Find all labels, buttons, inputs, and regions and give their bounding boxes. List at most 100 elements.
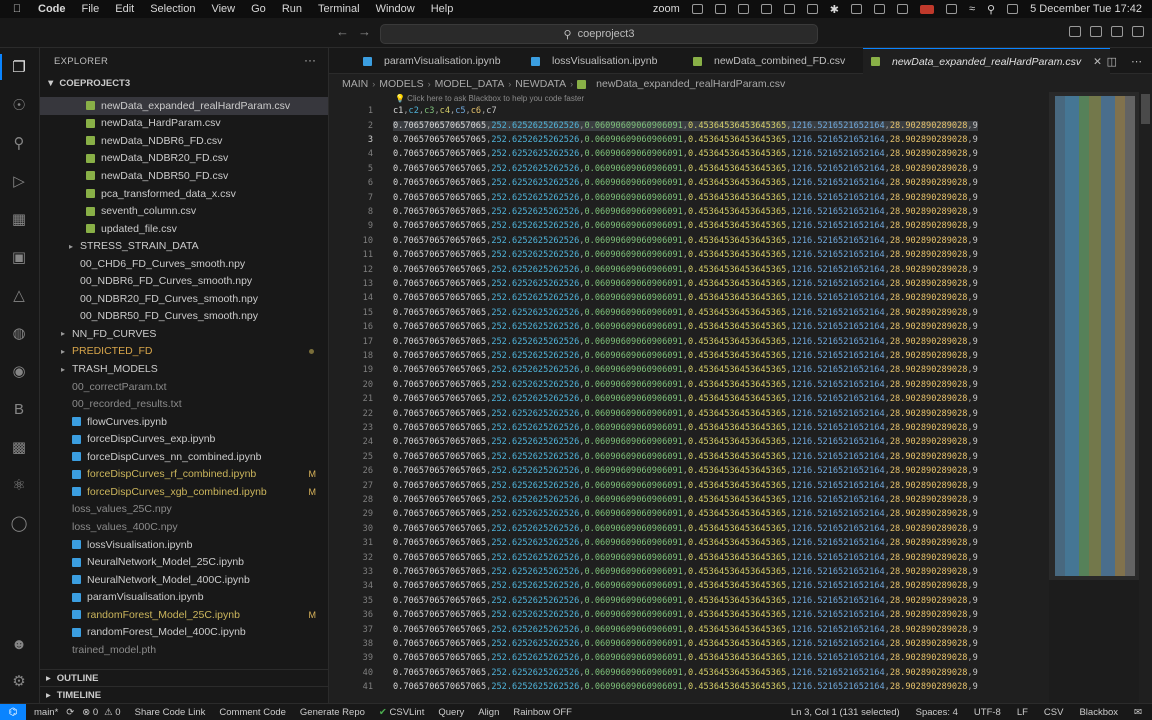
editor-scrollbar[interactable] [1139,92,1152,703]
code-line[interactable]: 27 0.7065706570657065,252.6252625262526,0… [329,478,1049,492]
code-line[interactable]: 29 0.7065706570657065,252.6252625262526,0… [329,507,1049,521]
file-item[interactable]: pca_transformed_data_x.csv [40,185,328,203]
code-line[interactable]: 30 0.7065706570657065,252.6252625262526,0… [329,522,1049,536]
code-line[interactable]: 1 c1,c2,c3,c4,c5,c6,c7 [329,104,1049,118]
share-code-link-button[interactable]: Share Code Link [135,707,206,718]
customize-layout-icon[interactable] [1132,26,1144,37]
remote-indicator-icon[interactable]: ⌬ [0,703,26,720]
code-line[interactable]: 23 0.7065706570657065,252.6252625262526,0… [329,421,1049,435]
file-item[interactable]: forceDispCurves_rf_combined.ipynb M [40,466,328,484]
code-line[interactable]: 10 0.7065706570657065,252.6252625262526,0… [329,234,1049,248]
code-line[interactable]: 22 0.7065706570657065,252.6252625262526,0… [329,406,1049,420]
tmc-icon[interactable]: ◉ [8,360,30,382]
tab-newdata-combined-fd[interactable]: newData_combined_FD.csv [685,48,853,74]
jupyter-icon[interactable]: ◍ [8,322,30,344]
file-item[interactable]: randomForest_Model_25C.ipynb M [40,606,328,624]
manage-gear-icon[interactable]: ⚙ [8,670,30,692]
menu-view[interactable]: View [211,3,235,15]
code-line[interactable]: 41 0.7065706570657065,252.6252625262526,0… [329,680,1049,694]
folder-item[interactable]: ▸ TRASH_MODELS [40,360,328,378]
github-icon[interactable]: ◯ [8,512,30,534]
more-actions-icon[interactable]: ⋯ [1131,55,1142,68]
file-item[interactable]: forceDispCurves_xgb_combined.ipynb M [40,483,328,501]
timeline-section[interactable]: ▸ TIMELINE [40,686,328,703]
generate-repo-button[interactable]: Generate Repo [300,707,365,718]
file-item[interactable]: forceDispCurves_exp.ipynb [40,430,328,448]
git-branch[interactable]: main* [34,707,58,718]
code-line[interactable]: 36 0.7065706570657065,252.6252625262526,0… [329,608,1049,622]
more-actions-icon[interactable]: ··· [304,53,316,67]
code-line[interactable]: 40 0.7065706570657065,252.6252625262526,0… [329,666,1049,680]
menu-help[interactable]: Help [431,3,454,15]
code-line[interactable]: 19 0.7065706570657065,252.6252625262526,0… [329,363,1049,377]
menubar-tray-icon[interactable] [714,4,726,14]
code-line[interactable]: 12 0.7065706570657065,252.6252625262526,0… [329,262,1049,276]
docker-icon[interactable]: ▩ [8,436,30,458]
code-line[interactable]: 28 0.7065706570657065,252.6252625262526,0… [329,493,1049,507]
command-center-search[interactable]: ⚲ coeproject3 [380,24,818,44]
blackbox-icon[interactable]: B [8,398,30,420]
code-line[interactable]: 34 0.7065706570657065,252.6252625262526,0… [329,579,1049,593]
split-editor-icon[interactable]: ◫ [1107,55,1117,68]
blackbox-status[interactable]: Blackbox [1079,707,1118,718]
file-item[interactable]: newData_NDBR50_FD.csv [40,167,328,185]
forward-arrow-icon[interactable]: → [358,24,371,39]
wifi-icon[interactable]: ≈ [969,3,975,15]
code-line[interactable]: 4 0.7065706570657065,252.6252625262526,0.… [329,147,1049,161]
code-line[interactable]: 8 0.7065706570657065,252.6252625262526,0.… [329,205,1049,219]
blackbox-hint[interactable]: 💡 Click here to ask Blackbox to help you… [395,94,584,103]
breadcrumb-item[interactable]: NEWDATA [515,78,566,90]
file-item[interactable]: 00_CHD6_FD_Curves_smooth.npy [40,255,328,273]
code-line[interactable]: 16 0.7065706570657065,252.6252625262526,0… [329,320,1049,334]
file-item[interactable]: lossVisualisation.ipynb [40,536,328,554]
file-item[interactable]: 00_correctParam.txt [40,378,328,396]
file-item[interactable]: NeuralNetwork_Model_25C.ipynb [40,553,328,571]
run-debug-icon[interactable]: ▷ [8,170,30,192]
comment-code-button[interactable]: Comment Code [219,707,286,718]
code-line[interactable]: 37 0.7065706570657065,252.6252625262526,0… [329,622,1049,636]
extensions-icon[interactable]: ▦ [8,208,30,230]
code-line[interactable]: 2 0.7065706570657065,252.6252625262526,0.… [329,118,1049,132]
zoom-status[interactable]: zoom [653,3,680,15]
code-line[interactable]: 38 0.7065706570657065,252.6252625262526,0… [329,637,1049,651]
file-item[interactable]: loss_values_25C.npy [40,501,328,519]
menu-file[interactable]: File [82,3,100,15]
screen-recording-icon[interactable] [919,4,934,14]
file-item[interactable]: forceDispCurves_nn_combined.ipynb [40,448,328,466]
minimap-slider[interactable] [1049,92,1139,580]
spotlight-icon[interactable]: ⚲ [987,3,995,16]
menu-app-name[interactable]: Code [38,3,66,15]
code-line[interactable]: 15 0.7065706570657065,252.6252625262526,0… [329,306,1049,320]
folder-item[interactable]: ▸ STRESS_STRAIN_DATA [40,237,328,255]
folder-item[interactable]: ▸ NN_FD_CURVES [40,325,328,343]
code-line[interactable]: 17 0.7065706570657065,252.6252625262526,0… [329,334,1049,348]
tab-paramvisualisation[interactable]: paramVisualisation.ipynb [355,48,509,74]
menubar-tray-icon[interactable] [737,4,749,14]
code-line[interactable]: 18 0.7065706570657065,252.6252625262526,0… [329,349,1049,363]
minimap[interactable] [1049,92,1139,703]
menubar-tray-icon[interactable] [873,4,885,14]
code-line[interactable]: 14 0.7065706570657065,252.6252625262526,0… [329,291,1049,305]
tab-newdata-expanded-realhardparam[interactable]: newData_expanded_realHardParam.csv ✕ [863,48,1110,74]
menubar-tray-icon[interactable] [850,4,862,14]
code-editor[interactable]: 💡 Click here to ask Blackbox to help you… [329,92,1049,703]
code-line[interactable]: 26 0.7065706570657065,252.6252625262526,0… [329,464,1049,478]
cursor-position[interactable]: Ln 3, Col 1 (131 selected) [791,707,900,718]
code-line[interactable]: 3 0.7065706570657065,252.6252625262526,0.… [329,133,1049,147]
menubar-tray-icon[interactable] [691,4,703,14]
control-center-icon[interactable] [1007,4,1019,14]
code-line[interactable]: 24 0.7065706570657065,252.6252625262526,0… [329,435,1049,449]
gear-extension-icon[interactable]: ⚛ [8,474,30,496]
tab-lossvisualisation[interactable]: lossVisualisation.ipynb [523,48,665,74]
file-item[interactable]: seventh_column.csv [40,202,328,220]
code-line[interactable]: 5 0.7065706570657065,252.6252625262526,0.… [329,162,1049,176]
code-line[interactable]: 6 0.7065706570657065,252.6252625262526,0.… [329,176,1049,190]
apple-icon[interactable]:  [10,3,24,15]
code-line[interactable]: 9 0.7065706570657065,252.6252625262526,0.… [329,219,1049,233]
search-icon[interactable]: ⚲ [8,132,30,154]
toggle-primary-sidebar-icon[interactable] [1069,26,1081,37]
code-line[interactable]: 13 0.7065706570657065,252.6252625262526,0… [329,277,1049,291]
toggle-secondary-sidebar-icon[interactable] [1111,26,1123,37]
file-item[interactable]: 00_NDBR20_FD_Curves_smooth.npy [40,290,328,308]
scrollbar-thumb[interactable] [1141,94,1150,124]
